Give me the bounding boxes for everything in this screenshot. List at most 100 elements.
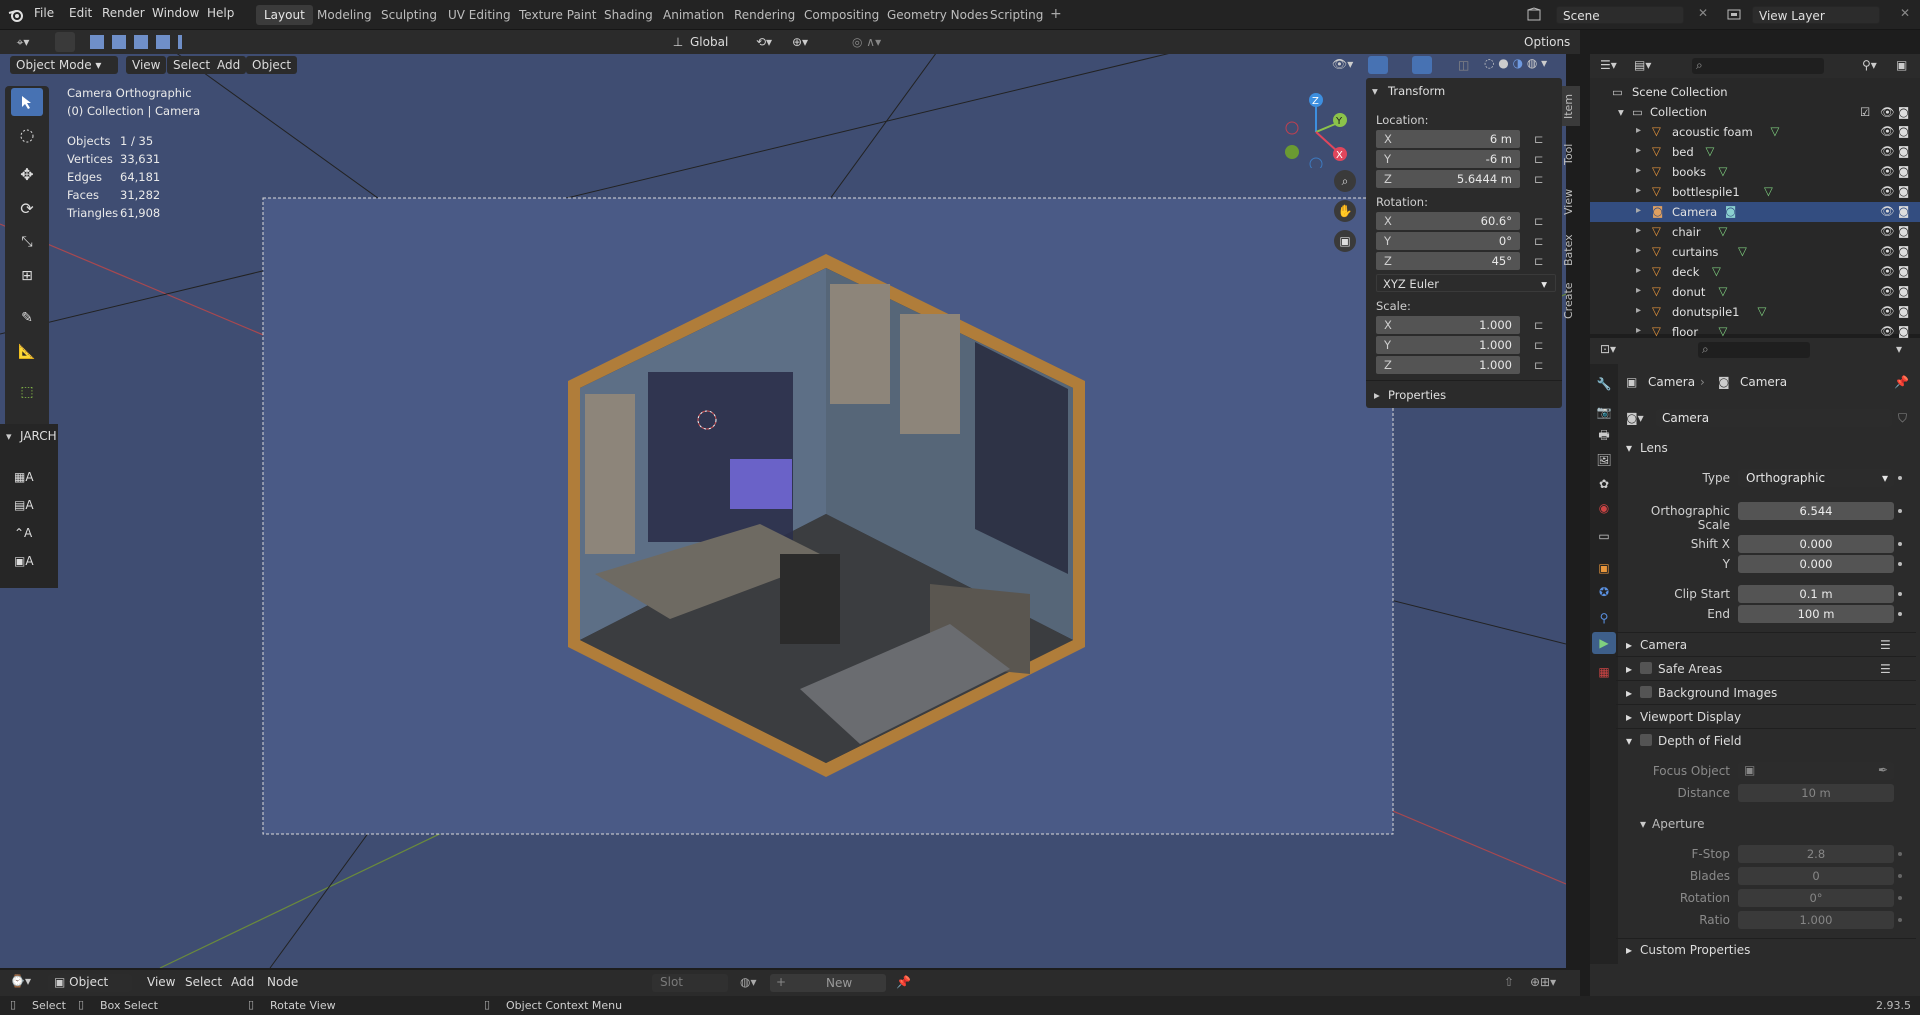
blender-logo-icon[interactable] bbox=[8, 7, 24, 23]
editor-type-icon[interactable]: ☰▾ bbox=[1600, 58, 1617, 72]
select-menu[interactable]: Select bbox=[167, 56, 217, 74]
modifier-icon[interactable]: ✪ bbox=[1596, 584, 1612, 600]
outliner-row-acoustic-foam[interactable]: ▸ ▽ acoustic foam ▽ 👁 ◙ bbox=[1590, 122, 1920, 142]
camera-data-icon[interactable]: ▶ bbox=[1596, 635, 1612, 651]
shift-y-field[interactable]: 0.000 bbox=[1738, 555, 1894, 573]
render-camera-icon[interactable]: ◙ bbox=[1898, 264, 1909, 278]
expand-icon[interactable]: ▸ bbox=[1626, 943, 1632, 957]
3d-viewport[interactable]: Camera Orthographic (0) Collection | Cam… bbox=[0, 54, 1566, 968]
tab-view[interactable]: View bbox=[1562, 182, 1580, 222]
tab-geometry-nodes[interactable]: Geometry Nodes bbox=[879, 5, 996, 25]
visibility-eye-icon[interactable]: 👁 bbox=[1880, 105, 1895, 119]
expand-icon[interactable]: ▸ bbox=[1636, 165, 1641, 176]
render-camera-icon[interactable]: ◙ bbox=[1898, 204, 1909, 218]
jarch-wall-icon[interactable]: ▤A bbox=[14, 498, 34, 512]
fake-user-icon[interactable]: ⛉ bbox=[1898, 411, 1907, 426]
expand-icon[interactable]: ▸ bbox=[1636, 205, 1641, 216]
lock-icon[interactable]: ⊏ bbox=[1534, 172, 1544, 186]
visibility-eye-icon[interactable]: 👁 bbox=[1880, 324, 1895, 338]
tab-modeling[interactable]: Modeling bbox=[309, 5, 380, 25]
render-camera-icon[interactable]: ◙ bbox=[1898, 284, 1909, 298]
view-menu[interactable]: View bbox=[147, 975, 175, 989]
texture-icon[interactable]: ▦ bbox=[1596, 664, 1612, 680]
collection-row[interactable]: ▾ ▭ Collection ☑ 👁 ◙ bbox=[1590, 102, 1920, 122]
snap-icon[interactable]: ⊕⊞▾ bbox=[1530, 975, 1556, 989]
snap-icon[interactable]: ⊕▾ bbox=[792, 35, 808, 49]
jarch-floor-icon[interactable]: ▦A bbox=[14, 470, 34, 484]
keyframe-dot[interactable] bbox=[1898, 918, 1902, 922]
proportional-edit-icon[interactable]: ◎ ∧▾ bbox=[852, 35, 881, 49]
blades-field[interactable]: 0 bbox=[1738, 867, 1894, 885]
gizmo-toggle-icon[interactable] bbox=[1368, 56, 1388, 74]
outliner-row-curtains[interactable]: ▸ ▽ curtains ▽ 👁 ◙ bbox=[1590, 242, 1920, 262]
aperture-rotation-field[interactable]: 0° bbox=[1738, 889, 1894, 907]
expand-icon[interactable]: ▸ bbox=[1636, 305, 1641, 316]
zoom-icon[interactable]: ⌕ bbox=[1334, 170, 1356, 192]
expand-icon[interactable]: ▸ bbox=[1626, 710, 1632, 724]
rotation-x-field[interactable]: X 60.6° bbox=[1376, 212, 1520, 230]
render-camera-icon[interactable]: ◙ bbox=[1898, 304, 1909, 318]
shift-x-field[interactable]: 0.000 bbox=[1738, 535, 1894, 553]
expand-icon[interactable]: ▸ bbox=[1636, 185, 1641, 196]
pin-icon[interactable]: 📌 bbox=[896, 975, 911, 989]
distance-field[interactable]: 10 m bbox=[1738, 784, 1894, 802]
lock-icon[interactable]: ⊏ bbox=[1534, 254, 1544, 268]
tab-tool[interactable]: Tool bbox=[1562, 134, 1580, 174]
visibility-icon[interactable]: 👁▾ bbox=[1332, 57, 1353, 71]
render-camera-icon[interactable]: ◙ bbox=[1898, 164, 1909, 178]
scale-z-field[interactable]: Z 1.000 bbox=[1376, 356, 1520, 374]
jarch-window-icon[interactable]: ▣A bbox=[14, 554, 34, 568]
lock-icon[interactable]: ⊏ bbox=[1534, 358, 1544, 372]
scene-name-field[interactable]: Scene bbox=[1556, 6, 1684, 24]
scale-y-field[interactable]: Y 1.000 bbox=[1376, 336, 1520, 354]
expand-icon[interactable]: ▸ bbox=[1626, 662, 1632, 676]
editor-type-icon[interactable]: ⌖▾ bbox=[10, 34, 36, 50]
visibility-eye-icon[interactable]: 👁 bbox=[1880, 264, 1895, 278]
collapse-icon[interactable]: ▾ bbox=[1626, 734, 1632, 748]
keyframe-dot[interactable] bbox=[1898, 612, 1902, 616]
rotate-tool-icon[interactable]: ⟳ bbox=[11, 194, 43, 222]
tab-texture-paint[interactable]: Texture Paint bbox=[511, 5, 604, 25]
transform-tool-icon[interactable]: ⊞ bbox=[11, 262, 43, 290]
datablock-name-field[interactable]: Camera bbox=[1656, 409, 1892, 427]
outliner-row-books[interactable]: ▸ ▽ books ▽ 👁 ◙ bbox=[1590, 162, 1920, 182]
scene-collection-row[interactable]: ▭ Scene Collection bbox=[1590, 82, 1920, 102]
tab-create[interactable]: Create bbox=[1562, 278, 1580, 324]
tab-animation[interactable]: Animation bbox=[655, 5, 732, 25]
keyframe-dot[interactable] bbox=[1898, 874, 1902, 878]
render-camera-icon[interactable]: ◙ bbox=[1898, 124, 1909, 138]
object-icon[interactable]: ▣ bbox=[1596, 560, 1612, 576]
keyframe-dot[interactable] bbox=[1898, 592, 1902, 596]
expand-icon[interactable]: ▸ bbox=[1636, 325, 1641, 336]
lock-icon[interactable]: ⊏ bbox=[1534, 152, 1544, 166]
eyedropper-icon[interactable]: ✒ bbox=[1878, 763, 1888, 777]
editor-type-icon[interactable]: ⌚▾ bbox=[10, 974, 31, 988]
view-menu[interactable]: View bbox=[126, 56, 167, 74]
view-layer-field[interactable]: View Layer bbox=[1752, 6, 1880, 24]
visibility-eye-icon[interactable]: 👁 bbox=[1880, 124, 1895, 138]
world-icon[interactable]: ◉ bbox=[1596, 500, 1612, 516]
keyframe-dot[interactable] bbox=[1898, 562, 1902, 566]
select-menu[interactable]: Select bbox=[185, 975, 222, 989]
outliner-row-bed[interactable]: ▸ ▽ bed ▽ 👁 ◙ bbox=[1590, 142, 1920, 162]
jarch-collapse-icon[interactable]: ▾ bbox=[6, 430, 12, 443]
keyframe-dot[interactable] bbox=[1898, 509, 1902, 513]
keyframe-dot[interactable] bbox=[1898, 896, 1902, 900]
tab-shading[interactable]: Shading bbox=[596, 5, 661, 25]
exclude-checkbox[interactable]: ☑ bbox=[1860, 105, 1870, 119]
tab-scripting[interactable]: Scripting bbox=[982, 5, 1051, 25]
render-camera-icon[interactable]: ◙ bbox=[1898, 144, 1909, 158]
orientation-dropdown[interactable]: Global bbox=[690, 35, 728, 49]
scale-tool-icon[interactable]: ⤡ bbox=[11, 228, 43, 256]
outliner-row-bottlespile1[interactable]: ▸ ▽ bottlespile1 ▽ 👁 ◙ bbox=[1590, 182, 1920, 202]
node-menu[interactable]: Node bbox=[267, 975, 298, 989]
visibility-eye-icon[interactable]: 👁 bbox=[1880, 144, 1895, 158]
tab-layout[interactable]: Layout bbox=[256, 5, 313, 25]
add-menu[interactable]: Add bbox=[231, 975, 254, 989]
overlay-toggle-icon[interactable] bbox=[1412, 56, 1432, 74]
outliner-row-donutspile1[interactable]: ▸ ▽ donutspile1 ▽ 👁 ◙ bbox=[1590, 302, 1920, 322]
render-camera-icon[interactable]: ◙ bbox=[1898, 105, 1909, 119]
move-tool-icon[interactable]: ✥ bbox=[11, 160, 43, 188]
menu-render[interactable]: Render bbox=[102, 6, 145, 20]
tab-sculpting[interactable]: Sculpting bbox=[373, 5, 445, 25]
